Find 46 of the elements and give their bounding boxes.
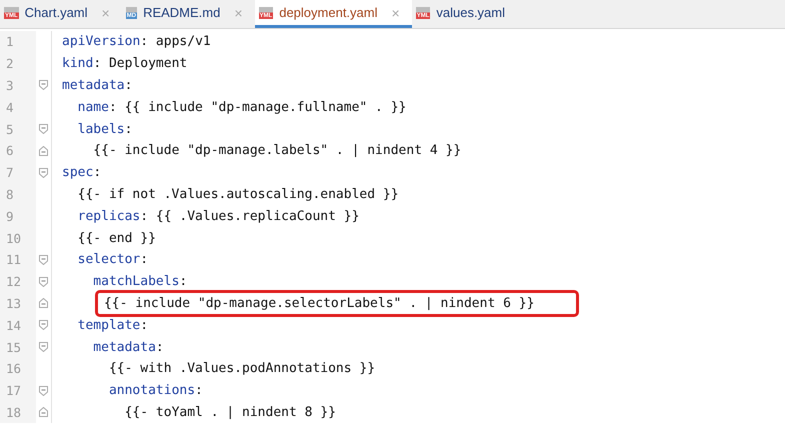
code-line: kind: Deployment (61, 55, 188, 74)
fold-icon[interactable] (39, 124, 48, 134)
code-line: labels: (76, 120, 134, 139)
line-number: 11 (0, 248, 36, 271)
code-line: {{- end }} (76, 230, 157, 248)
line-number: 5 (0, 118, 36, 140)
code-line: selector: (76, 251, 150, 270)
fold-icon[interactable] (39, 168, 48, 178)
code-line: {{- toYaml . | nindent 8 }} (124, 404, 337, 422)
line-number: 2 (0, 52, 36, 75)
line-number: 12 (0, 270, 36, 293)
code-line: metadata: (92, 338, 165, 357)
line-number: 18 (0, 402, 36, 424)
fold-icon[interactable] (39, 386, 48, 396)
line-number: 8 (0, 184, 36, 206)
fold-icon[interactable] (39, 342, 48, 352)
code-line: name: {{ include "dp-manage.fullname" . }} (76, 98, 408, 117)
line-number: 6 (0, 140, 36, 162)
line-number: 16 (0, 358, 36, 380)
line-number: 9 (0, 205, 36, 228)
line-number: 17 (0, 380, 36, 402)
line-number: 4 (0, 96, 36, 118)
line-number: 10 (0, 227, 36, 249)
line-number: 15 (0, 336, 36, 358)
line-number: 7 (0, 162, 36, 184)
fold-icon[interactable] (39, 298, 48, 308)
code-line: annotations: (108, 382, 204, 400)
code-line: {{- include "dp-manage.labels" . | nindent 4 }} (92, 142, 462, 160)
line-number: 14 (0, 314, 36, 336)
line-number: 13 (0, 292, 36, 314)
fold-icon[interactable] (39, 320, 48, 330)
code-line: matchLabels: (92, 273, 188, 292)
line-number: 3 (0, 74, 36, 96)
fold-icon[interactable] (39, 146, 48, 156)
fold-icon[interactable] (39, 80, 48, 90)
code-line: template: (76, 316, 150, 335)
code-line: spec: (61, 164, 102, 182)
fold-icon[interactable] (39, 407, 48, 418)
fold-icon[interactable] (39, 254, 48, 265)
code-line: replicas: {{ .Values.replicaCount }} (76, 208, 360, 226)
line-number: 1 (0, 31, 36, 53)
code-line: {{- if not .Values.autoscaling.enabled }} (76, 186, 400, 204)
code-line: {{- with .Values.podAnnotations }} (108, 360, 376, 378)
fold-icon[interactable] (39, 276, 48, 287)
code-line: metadata: (61, 77, 134, 95)
code-line: apiVersion: apps/v1 (61, 33, 212, 52)
